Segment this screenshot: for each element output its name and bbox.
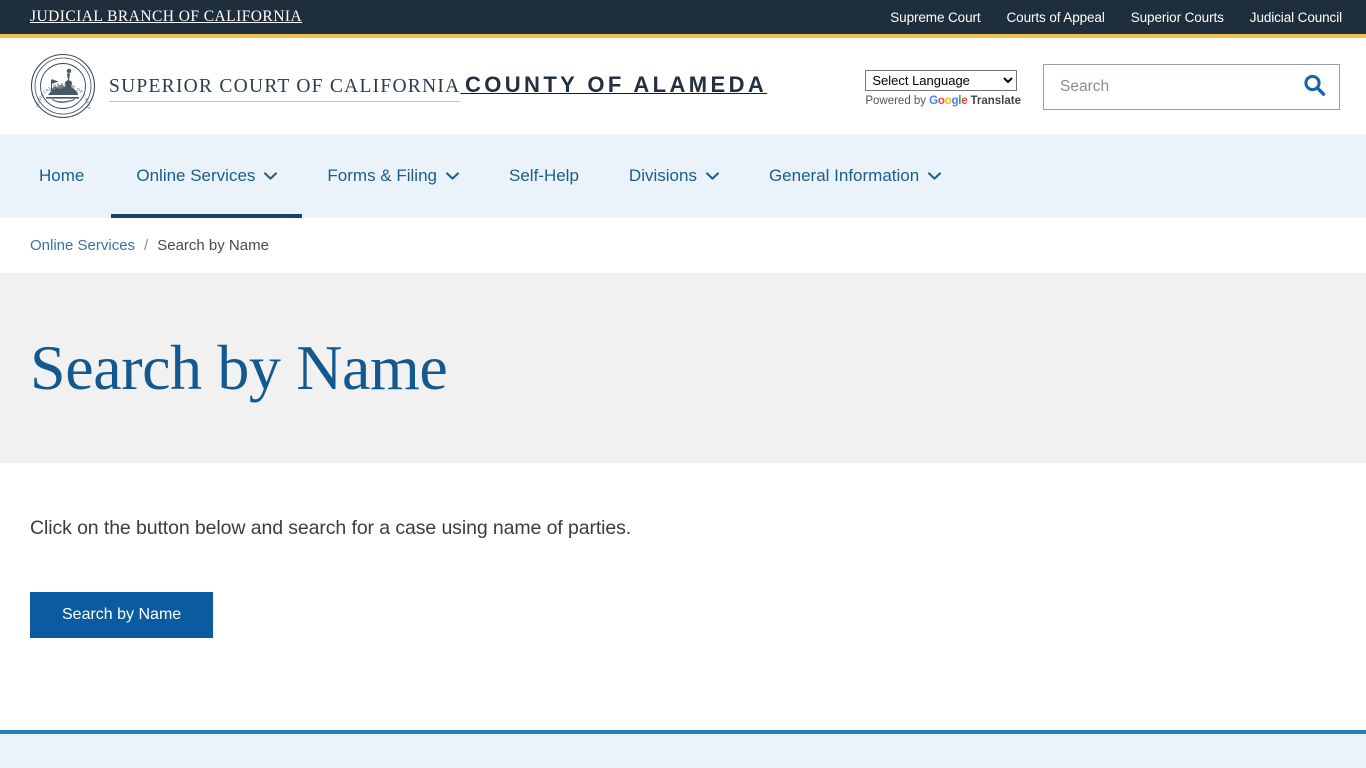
chevron-down-icon [928, 172, 942, 180]
nav-label-home: Home [39, 166, 85, 185]
nav-label-general-information: General Information [768, 166, 920, 185]
top-utility-bar: JUDICIAL BRANCH OF CALIFORNIA Supreme Co… [0, 0, 1366, 34]
judicial-branch-seal-icon: JUDICIAL BRANCH OF CALIFORNIA [28, 49, 96, 119]
chevron-down-icon [446, 172, 459, 180]
breadcrumb-separator: / [144, 237, 149, 254]
site-search[interactable] [1043, 64, 1340, 110]
topbar-link-supreme-court[interactable]: Supreme Court [890, 10, 980, 25]
judicial-branch-brand-link[interactable]: JUDICIAL BRANCH OF CALIFORNIA [30, 8, 302, 26]
site-logo-link[interactable]: JUDICIAL BRANCH OF CALIFORNIA SUPERIOR C… [28, 49, 767, 119]
google-translate-widget: Select Language Powered by Google Transl… [865, 64, 1021, 107]
language-select[interactable]: Select Language [865, 70, 1018, 91]
nav-item-self-help[interactable]: Self-Help [484, 134, 604, 218]
google-translate-attribution: Powered by Google Translate [865, 95, 1021, 107]
nav-label-online-services: Online Services [136, 166, 256, 185]
search-icon [1302, 73, 1327, 101]
site-title-county: COUNTY OF ALAMEDA [464, 72, 768, 97]
nav-item-divisions[interactable]: Divisions [604, 134, 744, 218]
breadcrumb-current-page: Search by Name [157, 237, 269, 254]
translate-credit-prefix: Powered by [865, 95, 927, 107]
site-footer [0, 734, 1366, 768]
nav-item-home[interactable]: Home [30, 134, 111, 218]
intro-paragraph: Click on the button below and search for… [30, 517, 632, 539]
search-by-name-button[interactable]: Search by Name [30, 592, 214, 638]
breadcrumb-link-online-services[interactable]: Online Services [30, 237, 135, 254]
breadcrumb: Online Services / Search by Name [0, 218, 1366, 273]
nav-label-self-help: Self-Help [509, 166, 579, 185]
topbar-link-courts-of-appeal[interactable]: Courts of Appeal [1007, 10, 1105, 25]
nav-label-forms-and-filing: Forms & Filing [327, 166, 437, 185]
topbar-link-superior-courts[interactable]: Superior Courts [1131, 10, 1224, 25]
primary-navigation: Home Online Services Forms & Filing Self… [0, 134, 1366, 218]
translate-credit-suffix: Translate [970, 95, 1022, 107]
nav-label-divisions: Divisions [628, 166, 697, 185]
nav-item-online-services[interactable]: Online Services [111, 134, 303, 218]
top-utility-links: Supreme Court Courts of Appeal Superior … [890, 10, 1342, 25]
search-submit-button[interactable] [1302, 73, 1327, 101]
google-wordmark-icon: Google [929, 95, 968, 107]
site-title-block: SUPERIOR COURT OF CALIFORNIA COUNTY OF A… [109, 70, 767, 102]
nav-item-general-information[interactable]: General Information [744, 134, 966, 218]
topbar-link-judicial-council[interactable]: Judicial Council [1250, 10, 1342, 25]
masthead-tools: Select Language Powered by Google Transl… [865, 62, 1340, 110]
page-title: Search by Name [30, 332, 448, 403]
chevron-down-icon [705, 172, 719, 180]
page-content: Click on the button below and search for… [0, 463, 1366, 730]
nav-item-forms-and-filing[interactable]: Forms & Filing [302, 134, 484, 218]
site-masthead: JUDICIAL BRANCH OF CALIFORNIA SUPERIOR C… [0, 38, 1366, 134]
chevron-down-icon [264, 172, 278, 180]
search-input[interactable] [1060, 78, 1302, 96]
site-title-superior-court: SUPERIOR COURT OF CALIFORNIA [109, 76, 461, 102]
page-hero: Search by Name [0, 273, 1366, 463]
